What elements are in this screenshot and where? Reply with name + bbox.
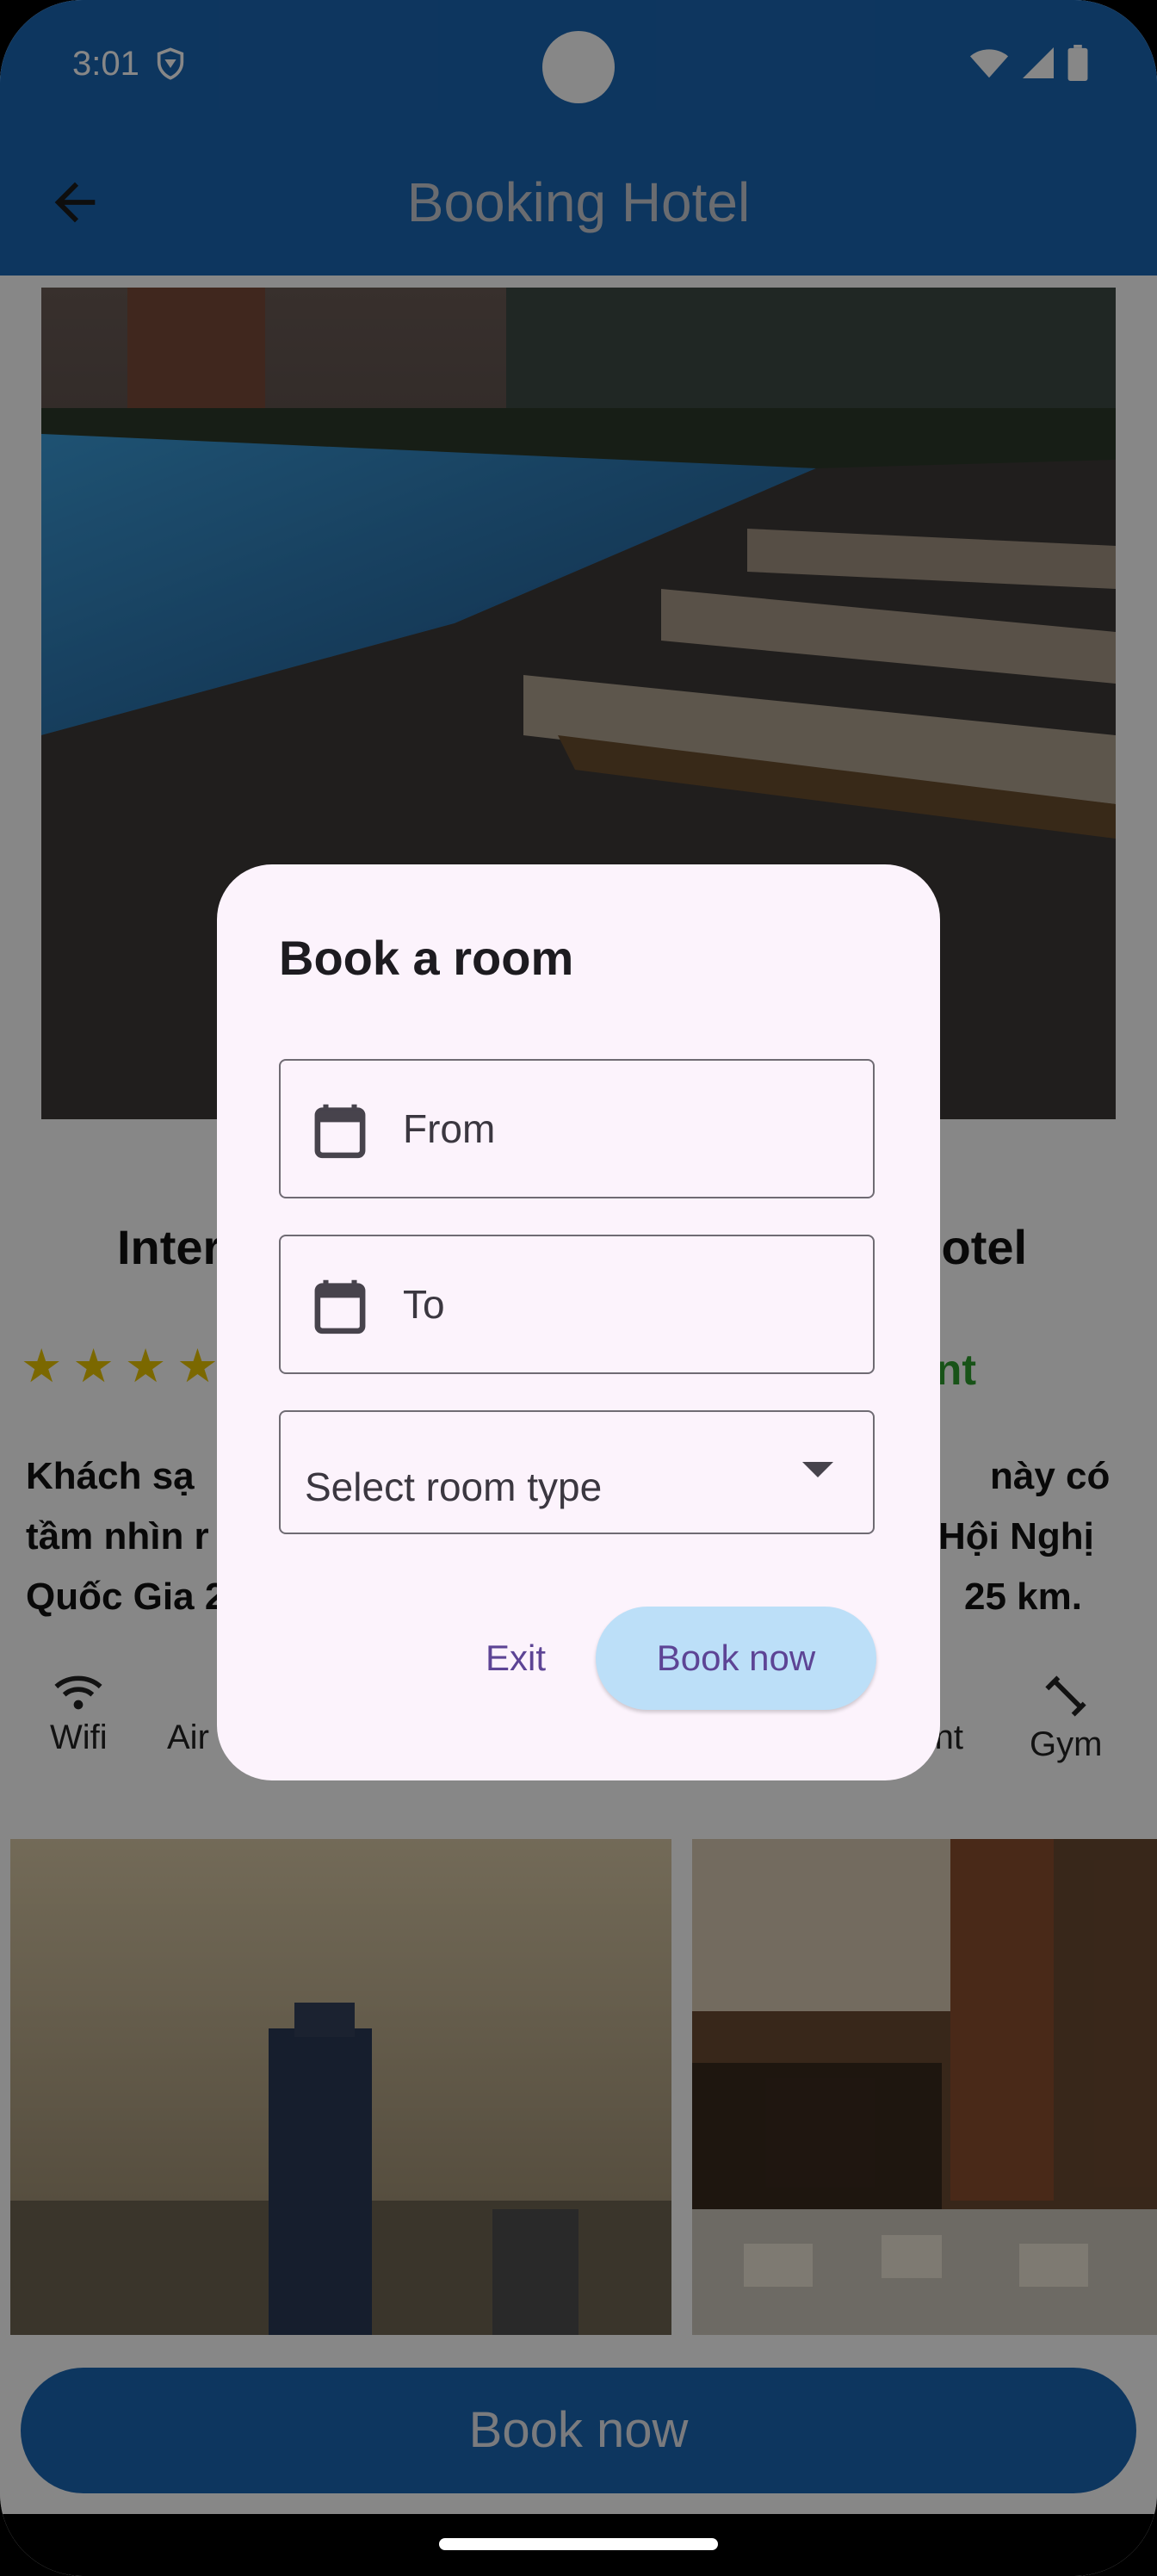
from-placeholder: From — [403, 1106, 496, 1151]
screen: 3:01 Booking Hotel Inter lotel ★ ★ ★ ★ n… — [0, 0, 1157, 2576]
to-date-field[interactable]: To — [279, 1235, 875, 1374]
from-date-field[interactable]: From — [279, 1059, 875, 1198]
dropdown-arrow-icon — [802, 1462, 833, 1477]
calendar-icon — [314, 1104, 366, 1159]
dialog-title: Book a room — [279, 931, 574, 985]
exit-button[interactable]: Exit — [434, 1607, 597, 1710]
book-now-dialog-button[interactable]: Book now — [596, 1607, 876, 1710]
room-type-placeholder: Select room type — [305, 1464, 603, 1509]
calendar-icon — [314, 1279, 366, 1334]
to-placeholder: To — [403, 1282, 445, 1327]
home-gesture-pill[interactable] — [439, 2538, 718, 2550]
room-type-select[interactable]: Select room type — [279, 1410, 875, 1534]
book-room-dialog: Book a room From To Select room type Exi… — [217, 864, 940, 1780]
